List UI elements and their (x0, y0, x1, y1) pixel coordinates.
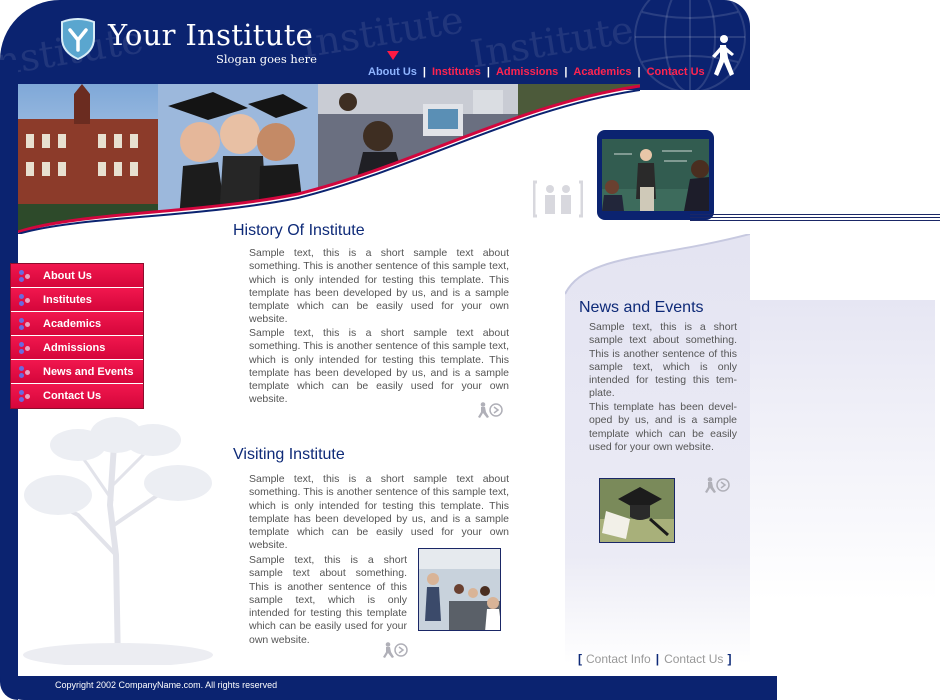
visiting-heading: Visiting Institute (233, 446, 345, 463)
bracket-right: ] (727, 652, 732, 666)
visiting-more-icon[interactable] (381, 642, 409, 658)
top-nav: About Us | Institutes | Admissions | Aca… (368, 66, 705, 78)
history-text-2: Sample text, this is a short sample text… (249, 327, 509, 406)
bullet-icon (19, 365, 33, 378)
site-title: Your Institute (108, 18, 314, 52)
copyright-text: Copyright 2002 CompanyName.com. All righ… (55, 680, 278, 690)
visiting-text-2: Sample text, this is a short sample text… (249, 554, 407, 646)
shield-logo-icon (61, 18, 95, 60)
classroom-photo (418, 548, 501, 631)
history-text: Sample text, this is a short sample text… (249, 247, 509, 326)
news-panel-extension (750, 300, 935, 600)
tree-silhouette (23, 417, 213, 665)
sidebar-item-label: News and Events (43, 365, 134, 378)
footer-contact-us-link[interactable]: Contact Us (664, 652, 723, 666)
footer-contact-info-link[interactable]: Contact Info (586, 652, 651, 666)
news-more-icon[interactable] (703, 477, 731, 493)
nav-separator: | (637, 66, 641, 78)
bullet-icon (19, 341, 33, 354)
history-more-icon[interactable] (476, 402, 504, 418)
top-nav-contact-us[interactable]: Contact Us (647, 66, 705, 78)
teacher-photo (597, 130, 714, 220)
bullet-icon (19, 269, 33, 282)
visiting-text: Sample text, this is a short sample text… (249, 473, 509, 552)
header-watermark: Institute (297, 0, 467, 67)
news-heading: News and Events (579, 299, 704, 316)
sidebar-item-academics[interactable]: Academics (11, 312, 143, 336)
bullet-icon (19, 293, 33, 306)
site-slogan: Slogan goes here (216, 52, 317, 66)
top-nav-admissions[interactable]: Admissions (496, 66, 558, 78)
nav-separator: | (422, 66, 426, 78)
sidebar-item-admissions[interactable]: Admissions (11, 336, 143, 360)
bullet-icon (19, 317, 33, 330)
sidebar-item-about-us[interactable]: About Us (11, 264, 143, 288)
history-heading: History Of Institute (233, 222, 365, 239)
footer-separator: | (655, 652, 660, 666)
decorative-rule (690, 214, 940, 222)
people-icon (533, 180, 583, 218)
top-nav-academics[interactable]: Academics (573, 66, 631, 78)
nav-separator: | (486, 66, 490, 78)
active-nav-marker-icon (387, 51, 399, 60)
sidebar-item-label: Institutes (43, 293, 92, 306)
sidebar-menu: About Us Institutes Academics Admissions… (10, 263, 144, 409)
walking-person-icon (712, 35, 734, 76)
graduation-cap-photo (599, 478, 675, 543)
sidebar-item-news-and-events[interactable]: News and Events (11, 360, 143, 384)
news-text-2: This template has been devel-oped by us,… (589, 401, 737, 453)
top-nav-about-us[interactable]: About Us (368, 66, 417, 78)
news-text: Sample text, this is a short sample text… (589, 321, 737, 400)
sidebar-item-label: Contact Us (43, 390, 102, 402)
nav-separator: | (564, 66, 568, 78)
bullet-icon (19, 390, 33, 402)
top-nav-institutes[interactable]: Institutes (432, 66, 481, 78)
sidebar-item-label: Admissions (43, 341, 106, 354)
sidebar-item-label: Academics (43, 317, 102, 330)
footer-links: [ Contact Info | Contact Us ] (578, 652, 731, 666)
sidebar-item-institutes[interactable]: Institutes (11, 288, 143, 312)
sidebar-item-label: About Us (43, 269, 92, 282)
bracket-left: [ (578, 652, 582, 666)
